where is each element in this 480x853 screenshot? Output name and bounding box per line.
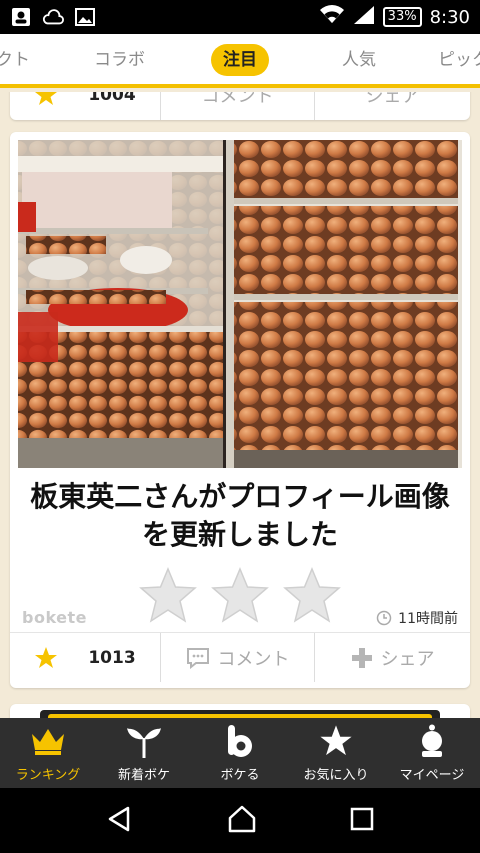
post-timestamp: 11時間前: [376, 608, 458, 628]
nav-boke-post-label: ボケる: [220, 767, 260, 783]
crown-icon: [28, 724, 68, 758]
bottom-navigation: ランキング 新着ボケ ボケる お気に入り マイページ: [0, 718, 480, 788]
favorite-button[interactable]: 1013: [10, 633, 160, 682]
previous-post-card: 1004 コメント シェア: [10, 92, 470, 120]
comment-button[interactable]: コメント: [160, 633, 315, 682]
sprout-icon: [124, 724, 164, 758]
image-icon: [74, 7, 96, 27]
nav-mypage[interactable]: マイページ: [384, 718, 480, 788]
next-post-photo[interactable]: [40, 710, 440, 718]
battery-indicator: 33%: [382, 7, 422, 27]
signal-icon: [353, 5, 375, 30]
system-navigation: [0, 788, 480, 853]
bokete-watermark: bokete: [22, 608, 88, 627]
previous-favorite-button[interactable]: 1004: [10, 92, 160, 120]
wifi-icon: [319, 4, 345, 30]
recent-apps-icon[interactable]: [350, 807, 374, 835]
rating-star-1-icon[interactable]: [138, 566, 198, 624]
post-actions: 1013 コメント シェア: [10, 632, 470, 682]
nav-favorites[interactable]: お気に入り: [288, 718, 384, 788]
post-photo[interactable]: [18, 140, 462, 468]
nav-new-boke-label: 新着ボケ: [117, 767, 170, 783]
plus-icon: [351, 647, 372, 668]
next-post-card[interactable]: [10, 704, 470, 718]
share-label: シェア: [380, 648, 435, 670]
contact-card-icon: [10, 7, 32, 27]
tab-collab[interactable]: コラボ: [94, 44, 145, 76]
nav-ranking[interactable]: ランキング: [0, 718, 96, 788]
back-icon[interactable]: [106, 805, 134, 837]
feed[interactable]: 1004 コメント シェア 板東英二さんがプロフィール画像を更新しました bok…: [0, 92, 480, 718]
rating-star-2-icon[interactable]: [210, 566, 270, 624]
comment-icon: [186, 647, 209, 669]
nav-mypage-label: マイページ: [399, 767, 465, 783]
clock: 8:30: [429, 6, 470, 28]
previous-comment-button[interactable]: コメント: [160, 92, 315, 120]
status-bar: 33% 8:30: [0, 0, 480, 34]
tab-pickup[interactable]: ピック: [438, 44, 480, 76]
tab-select[interactable]: クト: [0, 44, 30, 76]
share-label: シェア: [365, 92, 420, 107]
home-icon[interactable]: [227, 804, 257, 838]
tab-popular[interactable]: 人気: [342, 44, 376, 76]
favorite-star-icon: [35, 646, 58, 668]
share-button[interactable]: シェア: [315, 633, 470, 682]
previous-share-button[interactable]: シェア: [315, 92, 470, 120]
user-icon: [412, 724, 452, 758]
nav-ranking-label: ランキング: [15, 767, 81, 783]
post-card[interactable]: 板東英二さんがプロフィール画像を更新しました bokete 11時間前 1013…: [10, 132, 470, 688]
comment-label: コメント: [201, 92, 274, 107]
star-icon: [316, 724, 356, 758]
tab-featured[interactable]: 注目: [211, 44, 269, 76]
cloud-upload-icon: [42, 7, 64, 27]
rating-star-3-icon[interactable]: [282, 566, 342, 624]
comment-label: コメント: [217, 648, 290, 670]
time-ago-label: 11時間前: [398, 611, 458, 627]
nav-boke-post[interactable]: ボケる: [192, 718, 288, 788]
nav-new-boke[interactable]: 新着ボケ: [96, 718, 192, 788]
clock-icon: [376, 610, 392, 626]
nav-favorites-label: お気に入り: [303, 767, 369, 783]
favorite-star-icon: [35, 92, 58, 105]
favorite-count: 1013: [88, 647, 136, 668]
category-tabs: クト コラボ 注目 人気 ピック: [0, 34, 480, 88]
bokete-b-icon: [220, 724, 260, 758]
favorite-count: 1004: [88, 92, 136, 105]
post-caption: 板東英二さんがプロフィール画像を更新しました: [30, 480, 450, 551]
previous-post-actions: 1004 コメント シェア: [10, 92, 470, 120]
